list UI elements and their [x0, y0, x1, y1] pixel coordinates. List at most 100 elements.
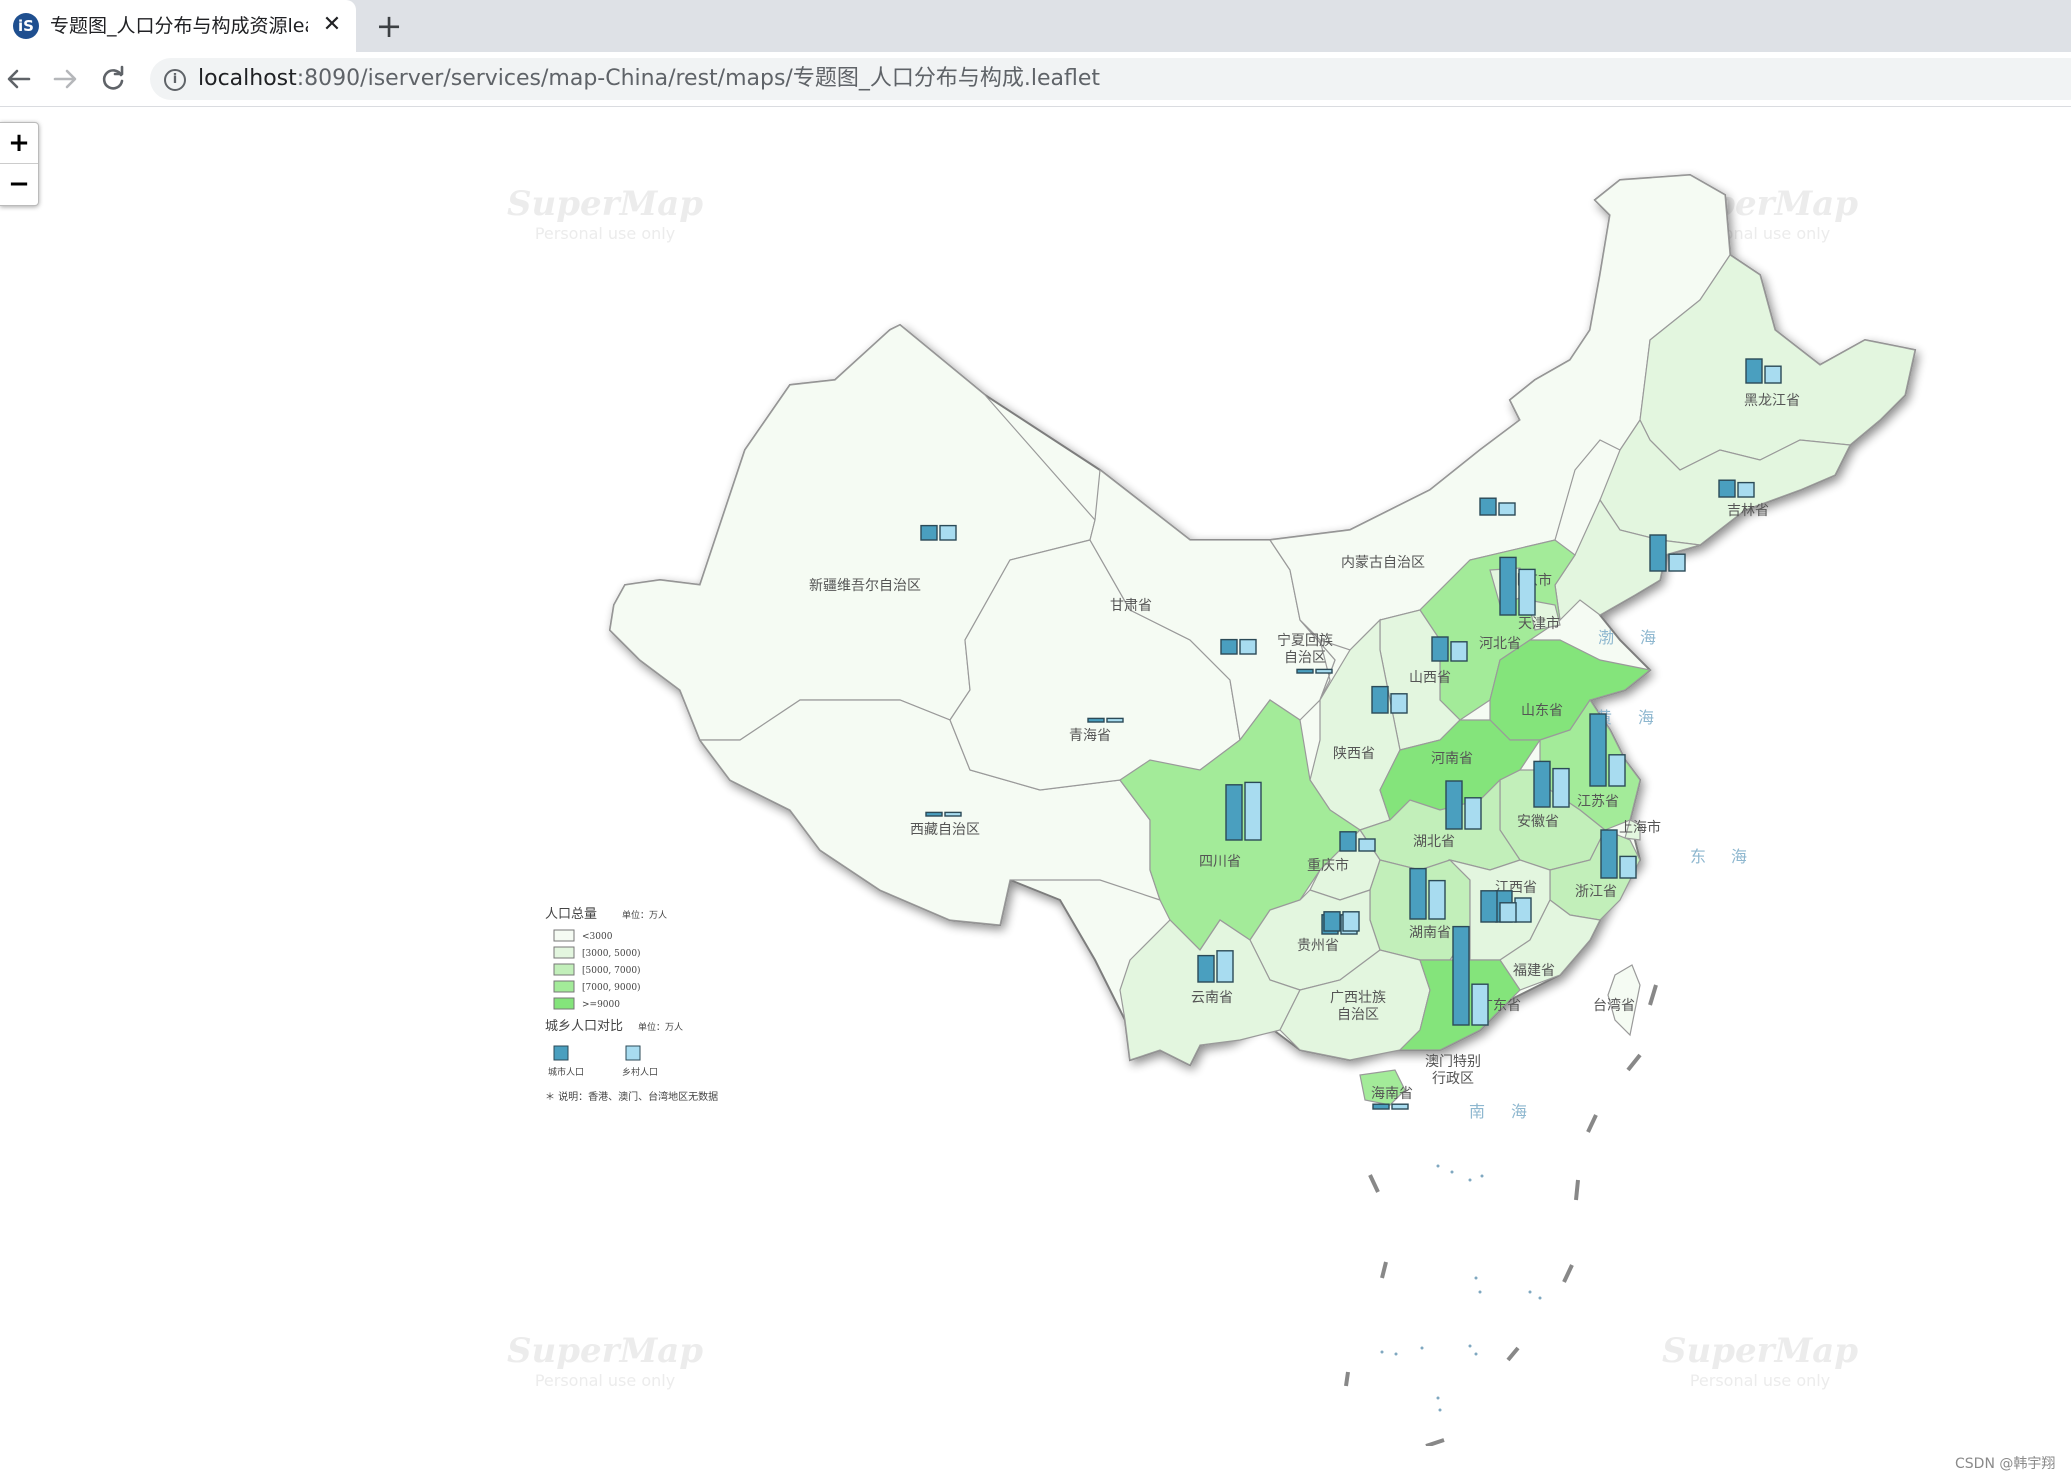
thematic-map[interactable]: SuperMapPersonal use onlySuperMapPersona…	[0, 106, 2071, 1446]
urban-population-bar	[1499, 556, 1517, 616]
urban-population-bar	[1480, 890, 1498, 923]
urban-population-bar	[1225, 784, 1243, 841]
urban-population-bar	[1220, 638, 1238, 655]
sea-label: 南	[1469, 1102, 1485, 1121]
region-label: 福建省	[1513, 963, 1555, 979]
urban-population-bar	[1409, 867, 1427, 920]
legend-urban-label: 城市人口	[548, 1066, 584, 1078]
region-label: 天津市	[1518, 615, 1560, 632]
rural-population-bar	[939, 524, 957, 541]
watermark-title: SuperMap	[1662, 1331, 1858, 1371]
urban-population-bar	[1533, 760, 1551, 808]
legend-bin-label: [7000, 9000)	[582, 982, 641, 993]
region-label: 贵州省	[1297, 938, 1339, 954]
forward-arrow-icon[interactable]	[48, 62, 82, 96]
rural-population-bar	[1498, 502, 1516, 516]
region-label: 新疆维吾尔自治区	[809, 578, 921, 594]
legend-urban-swatch	[553, 1045, 569, 1061]
rural-population-bar	[1106, 717, 1124, 723]
rural-population-bar	[1450, 641, 1468, 662]
rural-population-bar	[1608, 754, 1626, 787]
region-label: 河南省	[1431, 751, 1473, 767]
sea-label: 渤	[1598, 628, 1614, 647]
region-label: 上海市	[1619, 819, 1661, 836]
region-label: 重庆市	[1307, 857, 1349, 874]
urban-population-bar	[1431, 636, 1449, 662]
sea-label: 海	[1640, 628, 1656, 647]
address-bar[interactable]: i localhost:8090/iserver/services/map-Ch…	[150, 58, 2071, 100]
rural-population-bar	[1342, 911, 1360, 932]
region-label: 吉林省	[1727, 503, 1769, 519]
site-info-icon[interactable]: i	[164, 69, 186, 91]
legend-bin-swatch	[553, 946, 575, 959]
browser-toolbar: i localhost:8090/iserver/services/map-Ch…	[0, 52, 2071, 107]
watermark-title: SuperMap	[507, 184, 703, 224]
reload-icon[interactable]	[96, 62, 130, 96]
urban-population-bar	[1589, 713, 1607, 787]
rural-population-bar	[1464, 797, 1482, 830]
urban-population-bar	[1339, 831, 1357, 852]
rural-population-bar	[1428, 879, 1446, 920]
region-label: 海南省	[1371, 1086, 1413, 1102]
legend-rural-label: 乡村人口	[622, 1066, 658, 1078]
region-label: 广西壮族自治区	[1330, 990, 1386, 1023]
rural-population-bar	[1514, 897, 1532, 923]
legend-bin-label: [5000, 7000)	[582, 965, 641, 976]
close-tab-icon[interactable]: ✕	[318, 11, 346, 39]
rural-population-bar	[1315, 668, 1333, 674]
legend-unit: 单位：万人	[622, 909, 667, 921]
legend-bin-swatch	[553, 963, 575, 976]
legend-rural-swatch	[625, 1045, 641, 1061]
urban-population-bar	[1323, 911, 1341, 932]
rural-population-bar	[1518, 568, 1536, 616]
region-label: 陕西省	[1333, 746, 1375, 762]
map-legend: 人口总量 单位：万人 <3000 [3000, 5000) [5000, 7000)…	[545, 907, 718, 1103]
urban-population-bar	[1372, 1103, 1390, 1110]
region-label: 台湾省	[1593, 997, 1635, 1014]
legend-note: ＊ 说明：香港、澳门、台湾地区无数据	[545, 1090, 718, 1103]
tab-title: 专题图_人口分布与构成资源leafl	[50, 15, 308, 37]
rural-population-bar	[1619, 855, 1637, 879]
region-label: 四川省	[1199, 854, 1241, 870]
south-china-sea-dashes	[1344, 984, 1658, 1446]
region-label: 安徽省	[1517, 814, 1559, 830]
region-label: 湖南省	[1409, 925, 1451, 941]
urban-population-bar	[1445, 780, 1463, 830]
legend-bin-label: [3000, 5000)	[582, 948, 641, 959]
new-tab-button[interactable]: +	[372, 9, 406, 43]
rural-population-bar	[1668, 553, 1686, 572]
url-path: :8090/iserver/services/map-China/rest/ma…	[296, 66, 1100, 91]
rural-population-bar	[1244, 781, 1262, 841]
watermark-subtitle: Personal use only	[1690, 1371, 1830, 1390]
legend-bin-label: >=9000	[582, 1000, 620, 1010]
watermark-title: SuperMap	[507, 1331, 703, 1371]
url-text[interactable]: localhost:8090/iserver/services/map-Chin…	[198, 67, 1100, 91]
legend-bar-title: 城乡人口对比	[545, 1019, 623, 1034]
urban-population-bar	[1371, 685, 1389, 714]
rural-population-bar	[1737, 481, 1755, 498]
rural-population-bar	[1216, 950, 1234, 983]
rural-population-bar	[944, 811, 962, 817]
urban-population-bar	[1296, 668, 1314, 674]
rural-population-bar	[1764, 365, 1782, 384]
region-label: 山西省	[1409, 670, 1451, 686]
rural-population-bar	[1499, 902, 1517, 923]
csdn-credit: CSDN @韩宇翔	[1955, 1456, 2056, 1472]
urban-population-bar	[1718, 479, 1736, 498]
iserver-favicon-icon: iS	[13, 13, 39, 39]
rural-population-bar	[1391, 1103, 1409, 1110]
urban-population-bar	[1649, 534, 1667, 572]
sea-label: 海	[1731, 847, 1747, 866]
region-label: 河北省	[1479, 636, 1521, 652]
sea-label: 东	[1690, 847, 1706, 866]
active-tab[interactable]: iS 专题图_人口分布与构成资源leafl ✕	[0, 0, 356, 52]
rural-population-bar	[1471, 983, 1489, 1026]
back-arrow-icon[interactable]	[2, 62, 36, 96]
rural-population-bar	[1239, 638, 1257, 655]
urban-population-bar	[1087, 717, 1105, 723]
urban-population-bar	[1600, 829, 1618, 879]
region-label: 内蒙古自治区	[1341, 555, 1425, 571]
urban-population-bar	[1197, 954, 1215, 983]
watermark-subtitle: Personal use only	[535, 1371, 675, 1390]
legend-bin-swatch	[553, 980, 575, 993]
